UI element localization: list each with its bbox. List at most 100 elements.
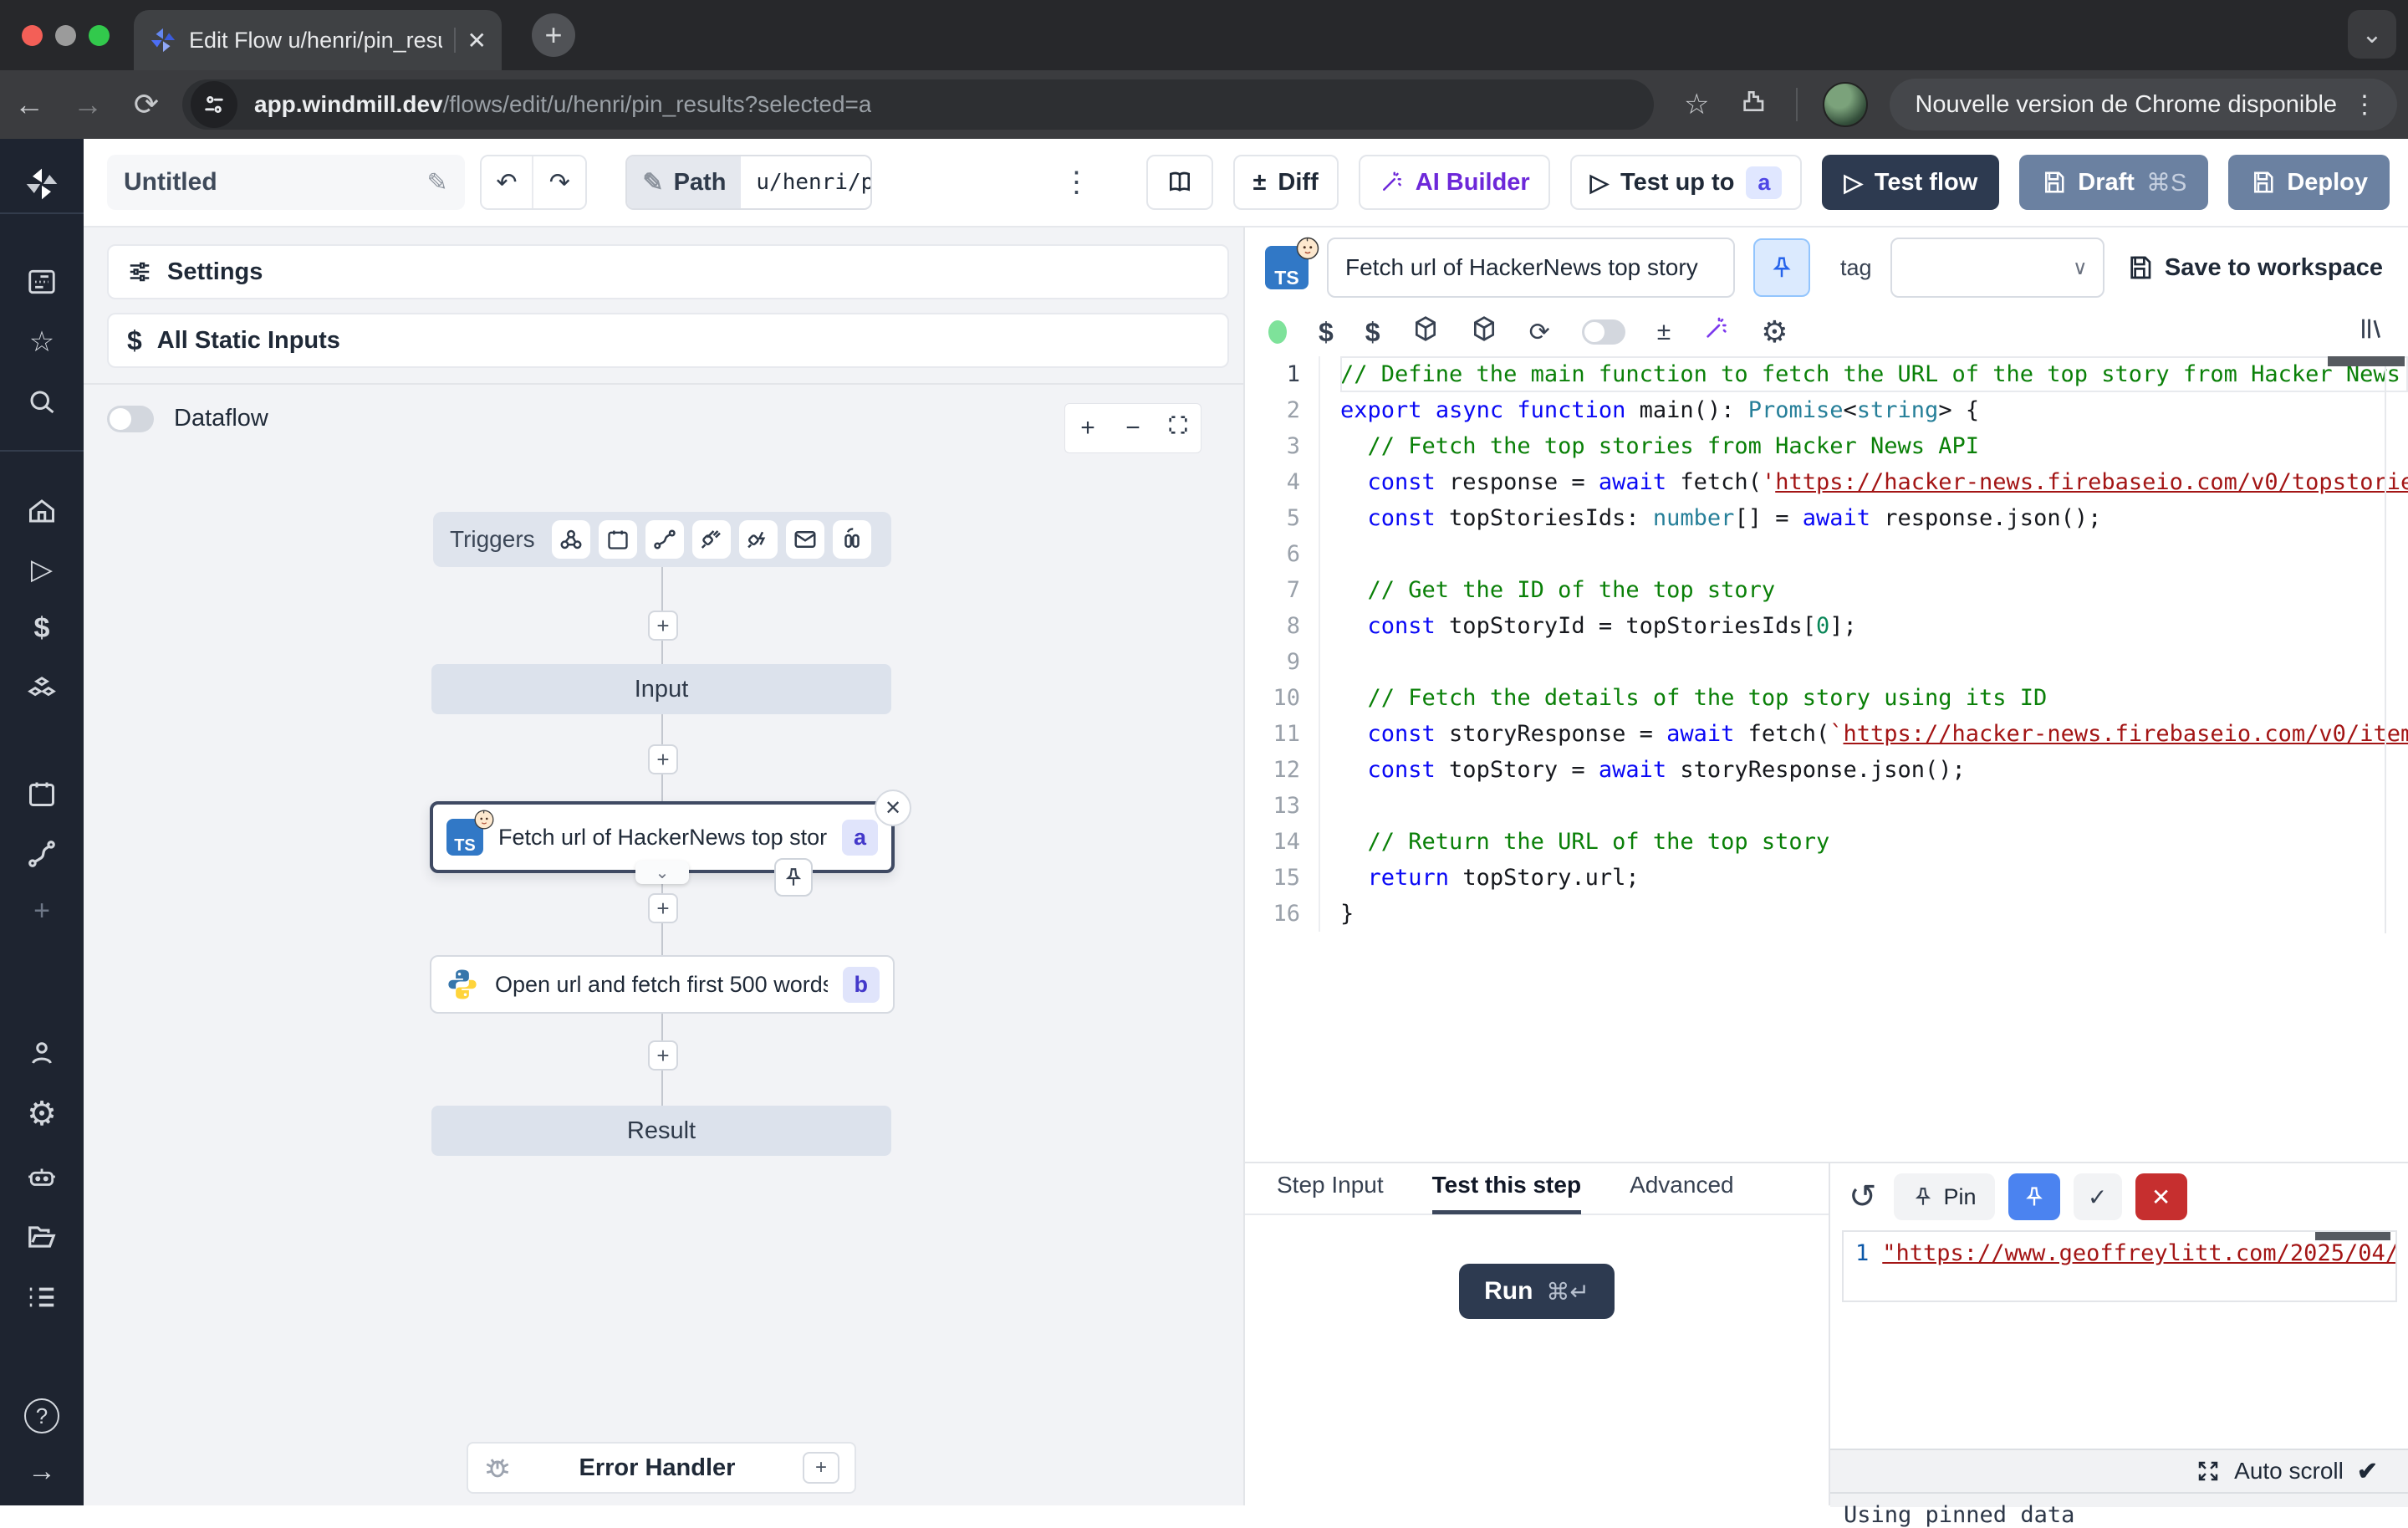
traffic-close-button[interactable]: [22, 25, 43, 46]
new-tab-button[interactable]: +: [532, 13, 575, 57]
test-flow-button[interactable]: ▷ Test flow: [1822, 155, 1999, 210]
sidebar-item-workers[interactable]: [0, 1161, 84, 1193]
sidebar-item-runs[interactable]: ▷: [0, 555, 84, 584]
reload-icon[interactable]: ⟳: [117, 87, 176, 122]
windmill-logo[interactable]: [0, 166, 84, 207]
flow-input-node[interactable]: Input: [431, 664, 891, 714]
forward-icon[interactable]: →: [59, 87, 117, 122]
add-step-button[interactable]: +: [648, 893, 678, 923]
url-bar[interactable]: app.windmill.dev/flows/edit/u/henri/pin_…: [182, 79, 1654, 130]
package-icon[interactable]: [1471, 315, 1497, 349]
expand-icon[interactable]: [2196, 1459, 2221, 1484]
sidebar-item-folders[interactable]: [0, 1221, 84, 1253]
ai-builder-button[interactable]: AI Builder: [1359, 155, 1550, 210]
sidebar-item-apps[interactable]: [0, 266, 84, 298]
error-handler-add-button[interactable]: +: [803, 1452, 839, 1484]
docs-button[interactable]: [1146, 155, 1213, 210]
code-line[interactable]: const response = await fetch('https://ha…: [1340, 464, 2408, 500]
code-line[interactable]: [1340, 788, 2408, 824]
reject-button[interactable]: ✕: [2135, 1173, 2187, 1220]
code-line[interactable]: // Define the main function to fetch the…: [1340, 356, 2408, 392]
variables-icon[interactable]: $: [1319, 317, 1334, 348]
auto-scroll-label[interactable]: Auto scroll: [2234, 1458, 2344, 1485]
tab-close-icon[interactable]: ✕: [467, 27, 487, 54]
sidebar-item-help[interactable]: ?: [0, 1398, 84, 1433]
run-button[interactable]: Run ⌘↵: [1459, 1264, 1615, 1319]
sidebar-item-home[interactable]: [0, 495, 84, 526]
http-route-trigger-icon[interactable]: [645, 520, 684, 559]
tab-advanced[interactable]: Advanced: [1630, 1172, 1734, 1210]
code-line[interactable]: const topStoriesIds: number[] = await re…: [1340, 500, 2408, 536]
code-line[interactable]: const topStoryId = topStoriesIds[0];: [1340, 608, 2408, 644]
code-line[interactable]: export async function main(): Promise<st…: [1340, 392, 2408, 428]
site-settings-icon[interactable]: [191, 81, 237, 128]
static-inputs-icon[interactable]: $: [1365, 317, 1380, 348]
sidebar-item-variables[interactable]: $: [0, 614, 84, 642]
node-a-close-button[interactable]: ✕: [875, 790, 911, 826]
flow-result-node[interactable]: Result: [431, 1106, 891, 1156]
schedule-trigger-icon[interactable]: [599, 520, 637, 559]
triggers-node[interactable]: Triggers: [433, 512, 891, 567]
email-trigger-icon[interactable]: [786, 520, 824, 559]
traffic-minimize-button[interactable]: [55, 25, 76, 46]
kafka-trigger-icon[interactable]: [739, 520, 778, 559]
all-static-inputs-bar[interactable]: $ All Static Inputs: [107, 313, 1229, 368]
save-to-workspace-button[interactable]: Save to workspace: [2126, 254, 2383, 282]
code-lines[interactable]: // Define the main function to fetch the…: [1319, 356, 2408, 932]
path-label-segment[interactable]: ✎Path: [627, 156, 741, 208]
bookmark-star-icon[interactable]: ☆: [1684, 88, 1709, 121]
code-editor[interactable]: 12345678910111213141516 // Define the ma…: [1245, 356, 2408, 1162]
step-pin-button[interactable]: [1753, 238, 1810, 297]
code-line[interactable]: return topStory.url;: [1340, 860, 2408, 896]
ai-assist-icon[interactable]: [1702, 315, 1729, 349]
tab-test-this-step[interactable]: Test this step: [1432, 1172, 1581, 1214]
path-chip[interactable]: ✎Path u/henri/pin: [625, 155, 871, 210]
flow-node-b[interactable]: Open url and fetch first 500 words of ..…: [430, 955, 895, 1014]
history-icon[interactable]: ↺: [1849, 1180, 1877, 1214]
pinned-data-editor[interactable]: 1 "https://www.geoffreylitt.com/2025/04/…: [1842, 1230, 2397, 1302]
code-line[interactable]: [1340, 644, 2408, 680]
webhook-trigger-icon[interactable]: [552, 520, 590, 559]
sidebar-item-logs[interactable]: [0, 1281, 84, 1313]
sidebar-item-users[interactable]: [0, 1037, 84, 1068]
step-name-input[interactable]: [1327, 238, 1735, 298]
sidebar-item-schedules[interactable]: [0, 778, 84, 809]
horizontal-scrollbar[interactable]: [2328, 356, 2405, 366]
tab-search-button[interactable]: ⌄: [2348, 10, 2396, 59]
flow-title-box[interactable]: Untitled ✎: [107, 155, 465, 210]
pin-button[interactable]: Pin: [1894, 1173, 1995, 1220]
diff-mode-icon[interactable]: ±: [1657, 318, 1671, 346]
package-icon[interactable]: [1412, 315, 1439, 349]
websocket-trigger-icon[interactable]: [692, 520, 731, 559]
reload-icon[interactable]: ⟳: [1529, 318, 1550, 347]
path-value[interactable]: u/henri/pin: [741, 156, 871, 208]
test-up-to-button[interactable]: ▷ Test up to a: [1570, 155, 1803, 210]
code-line[interactable]: // Fetch the top stories from Hacker New…: [1340, 428, 2408, 464]
chrome-update-button[interactable]: Nouvelle version de Chrome disponible ⋮: [1890, 79, 2397, 130]
fit-view-button[interactable]: [1156, 413, 1201, 443]
extensions-icon[interactable]: [1739, 88, 1766, 122]
diff-button[interactable]: ±Diff: [1233, 155, 1339, 210]
chrome-menu-icon[interactable]: ⋮: [2352, 90, 2377, 120]
pin-active-button[interactable]: [2008, 1173, 2060, 1220]
node-a-expand-chevron[interactable]: ⌄: [635, 861, 689, 884]
editor-toggle[interactable]: [1582, 319, 1625, 345]
code-line[interactable]: // Fetch the details of the top story us…: [1340, 680, 2408, 716]
back-icon[interactable]: ←: [0, 87, 59, 122]
library-icon[interactable]: [2356, 314, 2385, 350]
redo-button[interactable]: ↷: [533, 156, 585, 208]
editor-settings-icon[interactable]: ⚙: [1761, 314, 1788, 350]
deploy-button[interactable]: Deploy: [2228, 155, 2390, 210]
edit-title-icon[interactable]: ✎: [427, 168, 448, 197]
zoom-out-button[interactable]: −: [1110, 414, 1156, 442]
code-line[interactable]: const topStory = await storyResponse.jso…: [1340, 752, 2408, 788]
undo-button[interactable]: ↶: [482, 156, 534, 208]
code-line[interactable]: // Return the URL of the top story: [1340, 824, 2408, 860]
add-step-button[interactable]: +: [648, 1040, 678, 1071]
code-line[interactable]: [1340, 536, 2408, 572]
sidebar-item-favorites[interactable]: ☆: [0, 328, 84, 356]
code-line[interactable]: }: [1340, 896, 2408, 932]
sidebar-item-resources[interactable]: [0, 674, 84, 706]
profile-avatar[interactable]: [1823, 82, 1868, 127]
tab-step-input[interactable]: Step Input: [1277, 1172, 1384, 1210]
